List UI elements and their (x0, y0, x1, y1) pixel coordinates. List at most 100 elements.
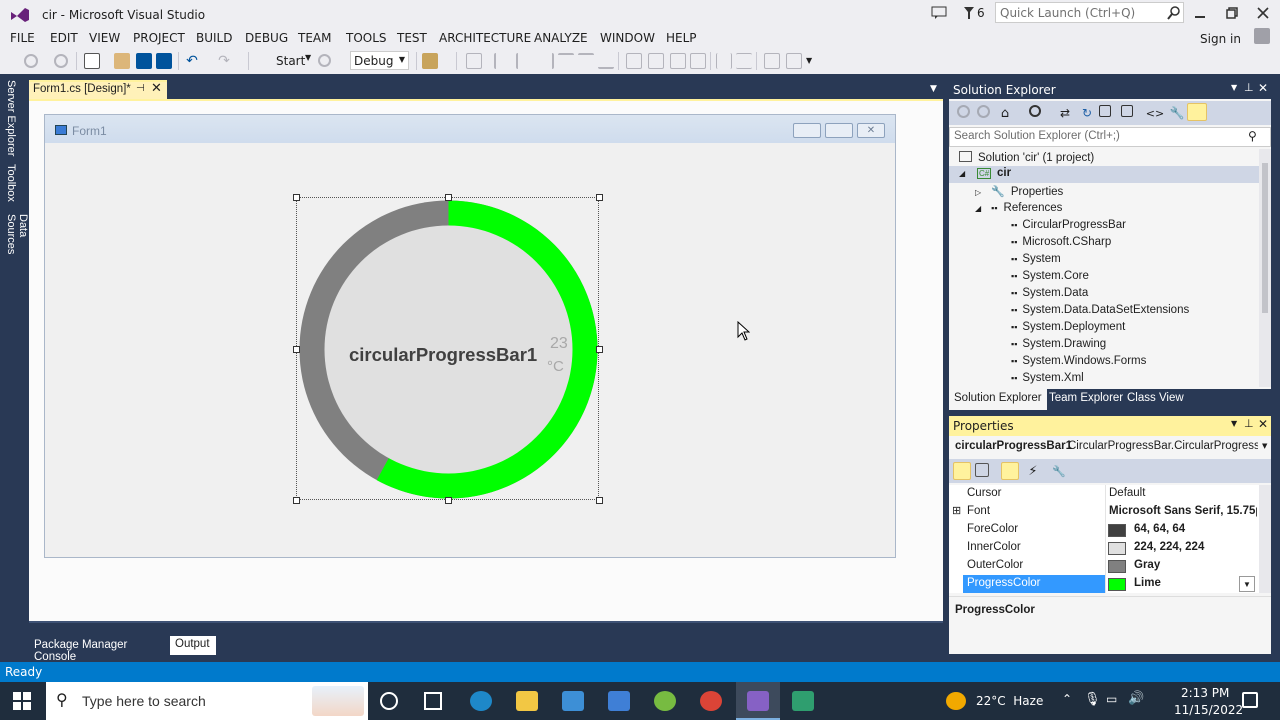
show-all-files-icon[interactable] (1121, 105, 1133, 117)
tree-item-reference[interactable]: ▪▪ System.Deployment (1011, 321, 1125, 333)
close-window-icon[interactable] (1255, 6, 1271, 20)
property-row-progresscolor[interactable]: ProgressColor Lime ▼ (949, 575, 1259, 593)
clock-time[interactable]: 2:13 PM (1181, 686, 1229, 700)
start-dropdown-icon[interactable]: ▼ (305, 53, 311, 62)
server-explorer-tab[interactable]: Server Explorer (5, 80, 17, 156)
resize-handle[interactable] (596, 497, 603, 504)
align-grid-icon[interactable] (466, 53, 482, 69)
search-icon[interactable] (1166, 5, 1182, 21)
collapse-all-icon[interactable] (1099, 105, 1111, 117)
navigate-forward-icon[interactable] (54, 54, 68, 68)
redo-icon[interactable]: ↷ (216, 53, 232, 69)
utorrent-icon[interactable] (654, 691, 676, 711)
menu-debug[interactable]: DEBUG (245, 31, 288, 45)
data-sources-tab[interactable]: Data Sources (5, 214, 29, 280)
align-rights-icon[interactable] (538, 53, 554, 69)
toolbar-overflow-icon[interactable]: ▼ (806, 56, 812, 65)
sublime-icon[interactable] (792, 691, 814, 711)
account-avatar-icon[interactable] (1254, 28, 1270, 44)
weather-icon[interactable] (946, 692, 966, 710)
tree-item-reference[interactable]: ▪▪ System.Data (1011, 287, 1088, 299)
quick-launch-input[interactable]: Quick Launch (Ctrl+Q) (995, 2, 1184, 23)
tree-item-solution[interactable]: Solution 'cir' (1 project) (959, 151, 1094, 164)
property-pages-icon[interactable]: 🔧 (1051, 463, 1067, 479)
resize-handle[interactable] (293, 346, 300, 353)
file-explorer-icon[interactable] (516, 691, 538, 711)
property-row-font[interactable]: ⊞ Font Microsoft Sans Serif, 15.75pt (949, 503, 1259, 521)
tree-item-reference[interactable]: ▪▪ CircularProgressBar (1011, 219, 1126, 231)
resize-handle[interactable] (445, 497, 452, 504)
taskbar-search-box[interactable]: ⚲ Type here to search (46, 682, 368, 720)
mail-icon[interactable] (562, 691, 584, 711)
menu-build[interactable]: BUILD (196, 31, 232, 45)
navigate-back-icon[interactable] (24, 54, 38, 68)
resize-handle[interactable] (293, 194, 300, 201)
pin-icon[interactable]: ⊥ (1244, 417, 1254, 430)
cortana-icon[interactable] (380, 692, 398, 710)
forward-icon[interactable] (977, 105, 990, 118)
vertical-spacing-icon[interactable] (736, 53, 752, 69)
align-centers-icon[interactable] (516, 53, 532, 69)
undo-icon[interactable]: ↶ (184, 53, 200, 69)
tab-team-explorer[interactable]: Team Explorer (1049, 392, 1123, 404)
size-to-grid-icon[interactable] (690, 53, 706, 69)
horizontal-spacing-icon[interactable] (716, 53, 732, 69)
categorized-icon[interactable] (953, 462, 971, 480)
property-row-outercolor[interactable]: OuterColor Gray (949, 557, 1259, 575)
tab-class-view[interactable]: Class View (1127, 392, 1184, 404)
collapsed-arrow-icon[interactable]: ▷ (975, 188, 981, 197)
dropdown-button[interactable]: ▼ (1239, 576, 1255, 592)
tree-item-reference[interactable]: ▪▪ Microsoft.CSharp (1011, 236, 1111, 248)
chrome-icon[interactable] (700, 691, 722, 711)
tree-item-project[interactable]: ◢ C# cir (949, 166, 1259, 183)
close-panel-icon[interactable]: ✕ (1258, 81, 1268, 95)
save-all-icon[interactable] (156, 53, 172, 69)
tree-scrollbar[interactable] (1259, 149, 1271, 387)
make-same-width-icon[interactable] (626, 53, 642, 69)
form1-window[interactable]: Form1 ✕ circularProgressBar1 23 °C (44, 114, 896, 558)
windows-start-icon[interactable] (13, 692, 31, 710)
clock-date[interactable]: 11/15/2022 (1174, 703, 1243, 717)
visual-studio-taskbar-button[interactable] (736, 682, 780, 720)
restore-icon[interactable] (1224, 6, 1240, 20)
save-icon[interactable] (136, 53, 152, 69)
minimize-icon[interactable] (1192, 6, 1208, 20)
menu-edit[interactable]: EDIT (50, 31, 78, 45)
resize-handle[interactable] (293, 497, 300, 504)
property-row-innercolor[interactable]: InnerColor 224, 224, 224 (949, 539, 1259, 557)
close-tab-icon[interactable]: ✕ (151, 81, 162, 96)
solution-configuration-select[interactable]: Debug ▼ (350, 51, 409, 70)
sign-in-link[interactable]: Sign in (1200, 32, 1241, 46)
menu-project[interactable]: PROJECT (133, 31, 185, 45)
scrollbar-thumb[interactable] (1262, 163, 1268, 313)
tree-item-reference[interactable]: ▪▪ System.Xml (1011, 372, 1084, 384)
bring-to-front-icon[interactable] (764, 53, 780, 69)
property-row-forecolor[interactable]: ForeColor 64, 64, 64 (949, 521, 1259, 539)
tree-item-properties[interactable]: ▷ 🔧 Properties (975, 185, 1063, 198)
tree-item-reference[interactable]: ▪▪ System.Windows.Forms (1011, 355, 1146, 367)
property-scrollbar[interactable] (1259, 485, 1271, 593)
home-icon[interactable]: ⌂ (997, 105, 1013, 121)
menu-architecture[interactable]: ARCHITECTURE (439, 31, 531, 45)
show-hidden-icons-icon[interactable]: ⌃ (1062, 692, 1072, 706)
property-row-cursor[interactable]: Cursor Default (949, 485, 1259, 503)
make-same-height-icon[interactable] (648, 53, 664, 69)
network-icon[interactable]: ▭ (1106, 692, 1117, 706)
find-in-files-icon[interactable] (422, 53, 438, 69)
search-icon[interactable]: ⚲ (1248, 129, 1257, 143)
alphabetical-icon[interactable] (975, 463, 989, 477)
view-code-icon[interactable]: <> (1146, 105, 1164, 121)
align-bottoms-icon[interactable] (598, 53, 614, 69)
tree-item-reference[interactable]: ▪▪ System.Core (1011, 270, 1089, 282)
expanded-arrow-icon[interactable]: ◢ (975, 204, 981, 213)
align-lefts-icon[interactable] (494, 53, 510, 69)
open-file-icon[interactable] (114, 53, 130, 69)
menu-test[interactable]: TEST (397, 31, 427, 45)
expand-icon[interactable]: ⊞ (952, 504, 961, 517)
microphone-icon[interactable]: 🎙 (1084, 692, 1101, 707)
volume-icon[interactable]: 🔊 (1128, 691, 1144, 706)
send-to-back-icon[interactable] (786, 53, 802, 69)
menu-window[interactable]: WINDOW (600, 31, 655, 45)
pending-changes-icon[interactable]: ↻ (1079, 105, 1095, 121)
align-tops-icon[interactable] (558, 53, 574, 69)
